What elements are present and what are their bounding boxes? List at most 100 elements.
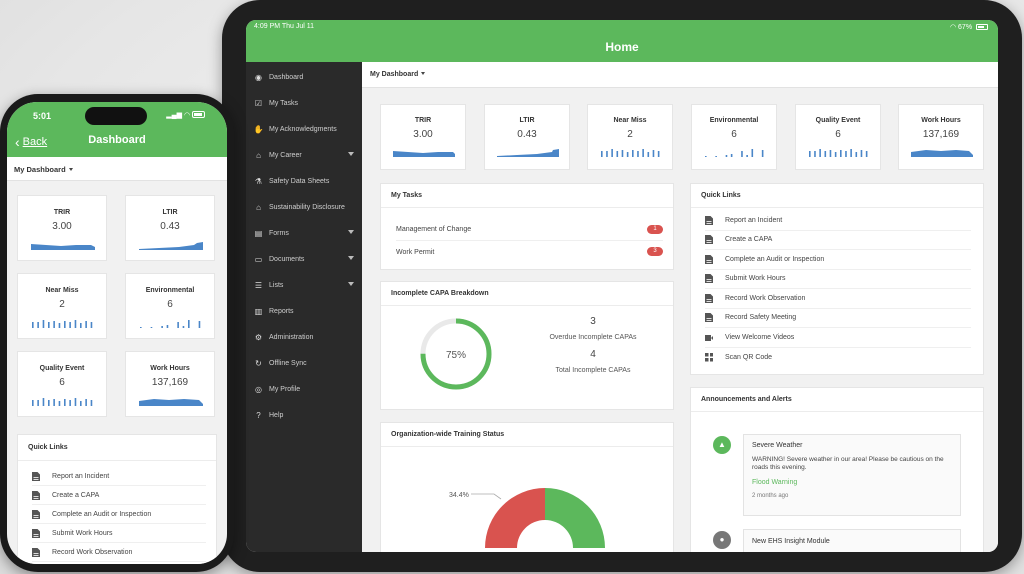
phone-kpi-card-trir[interactable]: TRIR 3.00 <box>17 195 107 261</box>
kpi-card-environmental[interactable]: Environmental 6 <box>691 104 777 170</box>
quick-link-item[interactable]: Submit Work Hours <box>32 524 206 543</box>
quick-link-item[interactable]: Create a CAPA <box>705 231 971 250</box>
tablet-header: 4:09 PM Thu Jul 11 ◠ 67% Home <box>246 20 998 62</box>
caret-down-icon <box>421 72 426 75</box>
file-icon <box>705 274 713 284</box>
chevron-left-icon: ‹ <box>15 134 20 150</box>
tablet-status-bar: 4:09 PM Thu Jul 11 ◠ 67% <box>246 20 998 34</box>
sidebar-item-my-profile[interactable]: ◎ My Profile <box>246 376 362 402</box>
quick-link-item[interactable]: Complete an Audit or Inspection <box>32 505 206 524</box>
task-row[interactable]: Management of Change 1 <box>396 219 663 241</box>
sparkline <box>139 399 203 406</box>
file-icon <box>705 313 713 323</box>
quick-link-item[interactable]: Report an Incident <box>32 467 206 486</box>
quick-link-label: Complete an Audit or Inspection <box>52 510 152 518</box>
back-button[interactable]: ‹ Back <box>15 134 47 150</box>
file-icon <box>32 471 40 481</box>
phone-kpi-card-work-hours[interactable]: Work Hours 137,169 <box>125 351 215 417</box>
kpi-value: 6 <box>59 377 65 388</box>
kpi-label: Near Miss <box>613 117 647 124</box>
kpi-label: Quality Event <box>39 365 85 372</box>
quick-link-item[interactable]: View Welcome Videos <box>705 328 971 348</box>
quick-link-label: Scan QR Code <box>725 353 773 361</box>
quick-link-item[interactable]: Record Safety Meeting <box>705 309 971 328</box>
sidebar-item-label: My Career <box>269 151 302 159</box>
kpi-card-trir[interactable]: TRIR 3.00 <box>380 104 466 170</box>
qr-code-icon <box>705 352 713 362</box>
sidebar-item-help[interactable]: ? Help <box>246 402 362 428</box>
sync-icon: ↻ <box>255 358 262 368</box>
sidebar-item-label: Reports <box>269 307 294 315</box>
quick-link-item[interactable]: Report an Incident <box>705 211 971 231</box>
phone-kpi-card-near-miss[interactable]: Near Miss 2 <box>17 273 107 339</box>
task-count-badge: 1 <box>647 225 663 234</box>
sidebar-item-label: Safety Data Sheets <box>269 177 330 185</box>
quick-link-item[interactable]: Scan QR Code <box>705 348 971 368</box>
quick-link-item[interactable]: Record Work Observation <box>705 289 971 309</box>
kpi-value: 3.00 <box>413 129 433 140</box>
capa-percent: 75% <box>446 350 466 361</box>
phone-status-time: 5:01 <box>33 111 52 121</box>
file-icon <box>32 509 40 519</box>
alert-icon: ▲ <box>713 436 731 454</box>
sidebar-item-administration[interactable]: ⚙ Administration <box>246 324 362 350</box>
phone-dashboard-selector[interactable]: My Dashboard <box>7 157 227 181</box>
kpi-card-work-hours[interactable]: Work Hours 137,169 <box>898 104 984 170</box>
kpi-card-near-miss[interactable]: Near Miss 2 <box>587 104 673 170</box>
quick-link-label: View Welcome Videos <box>725 333 795 341</box>
kpi-value: 2 <box>627 129 633 140</box>
quick-link-label: Report an Incident <box>52 472 110 480</box>
question-icon: ? <box>256 410 261 420</box>
phone-signal-battery: ▂▄▆ ◠ <box>166 111 205 119</box>
quick-link-item[interactable]: Record Safety Meeting <box>32 562 206 564</box>
sidebar-item-safety-data-sheets[interactable]: ⚗ Safety Data Sheets <box>246 168 362 194</box>
file-icon <box>705 254 713 264</box>
quick-link-item[interactable]: Submit Work Hours <box>705 270 971 289</box>
wifi-icon: ◠ <box>949 24 957 31</box>
kpi-card-ltir[interactable]: LTIR 0.43 <box>484 104 570 170</box>
announcement-item[interactable]: New EHS Insight Module <box>743 529 961 552</box>
kpi-card-quality-event[interactable]: Quality Event 6 <box>795 104 881 170</box>
sidebar-item-sustainability-disclosure[interactable]: ⌂ Sustainability Disclosure <box>246 194 362 220</box>
quick-link-label: Submit Work Hours <box>52 529 113 537</box>
thumbs-up-icon: ✋ <box>253 124 264 134</box>
sidebar-item-my-acknowledgments[interactable]: ✋ My Acknowledgments <box>246 116 362 142</box>
phone-kpi-card-quality-event[interactable]: Quality Event 6 <box>17 351 107 417</box>
caret-down-icon <box>348 230 354 234</box>
phone-kpi-card-ltir[interactable]: LTIR 0.43 <box>125 195 215 261</box>
quick-link-item[interactable]: Complete an Audit or Inspection <box>705 250 971 270</box>
sidebar-item-documents[interactable]: ▭ Documents <box>246 246 362 272</box>
quick-link-item[interactable]: Create a CAPA <box>32 486 206 505</box>
sidebar-item-my-tasks[interactable]: ☑ My Tasks <box>246 90 362 116</box>
kpi-value: 137,169 <box>151 377 189 388</box>
announcement-item[interactable]: Severe Weather WARNING! Severe weather i… <box>743 434 961 516</box>
sidebar-item-label: Administration <box>269 333 314 341</box>
file-icon <box>705 215 713 225</box>
list-icon: ☰ <box>254 280 263 290</box>
sidebar-item-lists[interactable]: ☰ Lists <box>246 272 362 298</box>
kpi-label: TRIR <box>53 209 71 216</box>
flask-icon: ⚗ <box>254 176 263 186</box>
task-row[interactable]: Work Permit 3 <box>396 241 663 263</box>
sidebar-item-dashboard[interactable]: ◉ Dashboard <box>246 64 362 90</box>
sidebar-item-label: Documents <box>269 255 305 263</box>
file-icon <box>32 547 40 557</box>
sidebar-item-my-career[interactable]: ⌂ My Career <box>246 142 362 168</box>
announcement-body: WARNING! Severe weather in our area! Ple… <box>752 456 944 471</box>
kpi-value: 0.43 <box>517 129 537 140</box>
sidebar-item-label: My Acknowledgments <box>269 125 337 133</box>
announcement-link[interactable]: Flood Warning <box>752 479 952 486</box>
graduation-icon: ⌂ <box>256 150 261 160</box>
training-donut: 34.4% <box>449 488 605 548</box>
user-icon: ◎ <box>255 384 262 394</box>
sidebar-item-forms[interactable]: ▤ Forms <box>246 220 362 246</box>
sidebar-item-reports[interactable]: ▥ Reports <box>246 298 362 324</box>
quick-link-item[interactable]: Record Work Observation <box>32 543 206 562</box>
quick-links-title: Quick Links <box>691 184 983 208</box>
sidebar-item-offline-sync[interactable]: ↻ Offline Sync <box>246 350 362 376</box>
gear-icon: ⚙ <box>254 332 263 342</box>
kpi-label: Quality Event <box>815 117 861 124</box>
video-icon <box>705 334 713 341</box>
phone-kpi-card-environmental[interactable]: Environmental 6 <box>125 273 215 339</box>
dashboard-selector[interactable]: My Dashboard <box>362 62 998 88</box>
